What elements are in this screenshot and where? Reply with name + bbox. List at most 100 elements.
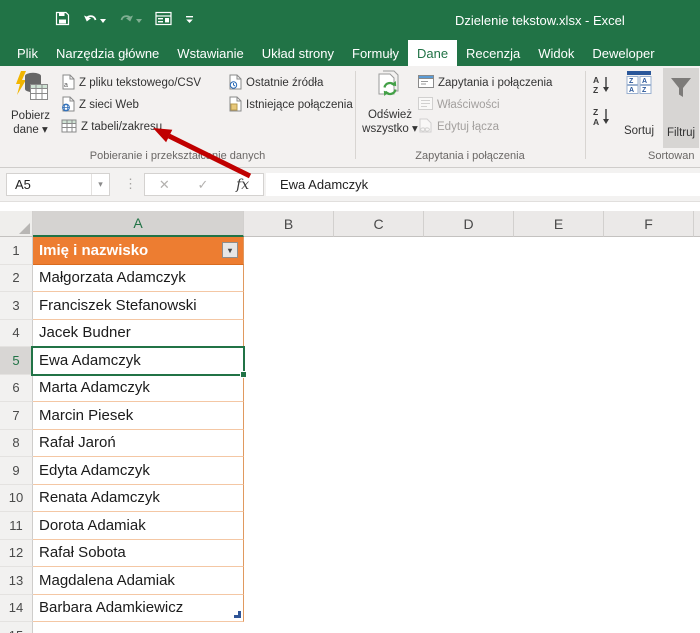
row-header-13[interactable]: 13 bbox=[0, 567, 33, 595]
formula-bar-resize-handle[interactable]: ⋮ bbox=[124, 176, 137, 192]
get-data-icon bbox=[13, 70, 49, 106]
select-all-triangle-icon bbox=[19, 223, 30, 234]
redo-icon bbox=[119, 12, 134, 30]
tab-deweloper[interactable]: Deweloper bbox=[583, 40, 663, 66]
existing-connections-icon bbox=[228, 96, 242, 115]
row-header-3[interactable]: 3 bbox=[0, 292, 33, 320]
filter-caret-icon: ▾ bbox=[228, 246, 232, 255]
select-all-button[interactable] bbox=[0, 211, 33, 237]
column-header-b[interactable]: B bbox=[244, 211, 334, 237]
tab-plik[interactable]: Plik bbox=[8, 40, 47, 66]
tab-formuly[interactable]: Formuły bbox=[343, 40, 408, 66]
table-range-icon bbox=[61, 119, 77, 136]
redo-button[interactable] bbox=[119, 12, 142, 30]
column-header-f[interactable]: F bbox=[604, 211, 694, 237]
svg-text:Z: Z bbox=[593, 107, 598, 117]
tab-narzedzia-glowne[interactable]: Narzędzia główne bbox=[47, 40, 168, 66]
properties-button: Właściwości bbox=[418, 94, 552, 116]
from-web-button[interactable]: Z sieci Web bbox=[61, 94, 201, 116]
sheet-empty-area[interactable] bbox=[244, 237, 700, 633]
row-header-8[interactable]: 8 bbox=[0, 430, 33, 458]
queries-connections-button[interactable]: Zapytania i połączenia bbox=[418, 72, 552, 94]
formula-bar: A5 ▾ ⋮ ✕ ✓ fx Ewa Adamczyk bbox=[0, 168, 700, 202]
row-header-15[interactable]: 15 bbox=[0, 622, 33, 633]
insert-function-icon[interactable]: fx bbox=[236, 177, 249, 193]
formula-input[interactable]: Ewa Adamczyk bbox=[266, 173, 700, 196]
row-header-9[interactable]: 9 bbox=[0, 457, 33, 485]
row-header-4[interactable]: 4 bbox=[0, 320, 33, 348]
row-header-1[interactable]: 1 bbox=[0, 237, 33, 265]
touch-mode-button[interactable] bbox=[155, 11, 172, 31]
sort-az-button[interactable]: AZ bbox=[592, 74, 614, 94]
tab-dane[interactable]: Dane bbox=[408, 40, 457, 66]
queries-connections-icon bbox=[418, 75, 434, 91]
customize-qat-button[interactable] bbox=[185, 12, 194, 30]
get-data-button[interactable]: Pobierz dane ▾ bbox=[3, 70, 58, 148]
quick-access-toolbar bbox=[55, 11, 194, 31]
cell-a6[interactable]: Marta Adamczyk bbox=[33, 375, 244, 403]
edit-links-button: Edytuj łącza bbox=[418, 116, 552, 138]
name-box[interactable]: A5 ▾ bbox=[6, 173, 110, 196]
group-label-get-transform: Pobieranie i przekształcanie danych bbox=[0, 150, 355, 162]
cell-a11[interactable]: Dorota Adamiak bbox=[33, 512, 244, 540]
cell-a10[interactable]: Renata Adamczyk bbox=[33, 485, 244, 513]
filter-button[interactable]: Filtruj bbox=[663, 68, 699, 148]
row-header-14[interactable]: 14 bbox=[0, 595, 33, 623]
refresh-all-button[interactable]: Odśwież wszystko ▾ bbox=[360, 70, 420, 148]
row-header-10[interactable]: 10 bbox=[0, 485, 33, 513]
sort-button[interactable]: Z A A Z Sortuj bbox=[617, 70, 661, 148]
cell-a5-selected[interactable]: Ewa Adamczyk bbox=[33, 347, 244, 375]
cell-a2[interactable]: Małgorzata Adamczyk bbox=[33, 265, 244, 293]
name-box-caret-icon[interactable]: ▾ bbox=[91, 174, 109, 195]
cell-a14[interactable]: Barbara Adamkiewicz bbox=[33, 595, 244, 623]
cell-a3[interactable]: Franciszek Stefanowski bbox=[33, 292, 244, 320]
row-header-2[interactable]: 2 bbox=[0, 265, 33, 293]
row-header-11[interactable]: 11 bbox=[0, 512, 33, 540]
tab-widok[interactable]: Widok bbox=[529, 40, 583, 66]
recent-sources-button[interactable]: Ostatnie źródła bbox=[228, 72, 353, 94]
sort-za-button[interactable]: ZA bbox=[592, 106, 614, 126]
cell-a9[interactable]: Edyta Adamczyk bbox=[33, 457, 244, 485]
dropdown-caret-icon: ▾ bbox=[412, 123, 418, 135]
column-header-c[interactable]: C bbox=[334, 211, 424, 237]
filter-dropdown-button[interactable]: ▾ bbox=[222, 242, 238, 258]
qat-customize-icon bbox=[185, 12, 194, 30]
column-header-d[interactable]: D bbox=[424, 211, 514, 237]
save-button[interactable] bbox=[55, 11, 70, 31]
from-text-csv-button[interactable]: a Z pliku tekstowego/CSV bbox=[61, 72, 201, 94]
cell-a12[interactable]: Rafał Sobota bbox=[33, 540, 244, 568]
column-header-a[interactable]: A bbox=[33, 211, 244, 237]
refresh-all-icon bbox=[374, 70, 406, 105]
cell-a13[interactable]: Magdalena Adamiak bbox=[33, 567, 244, 595]
text-csv-file-icon: a bbox=[61, 74, 75, 93]
tab-recenzja[interactable]: Recenzja bbox=[457, 40, 529, 66]
cell-a4[interactable]: Jacek Budner bbox=[33, 320, 244, 348]
fill-handle[interactable] bbox=[240, 371, 247, 378]
row-header-6[interactable]: 6 bbox=[0, 375, 33, 403]
undo-button[interactable] bbox=[83, 12, 106, 30]
table-resize-handle[interactable] bbox=[234, 611, 241, 618]
row-header-12[interactable]: 12 bbox=[0, 540, 33, 568]
cell-a7[interactable]: Marcin Piesek bbox=[33, 402, 244, 430]
svg-text:a: a bbox=[64, 82, 68, 89]
from-table-range-button[interactable]: Z tabeli/zakresu bbox=[61, 116, 201, 138]
column-header-e[interactable]: E bbox=[514, 211, 604, 237]
ribbon-tab-bar: Plik Narzędzia główne Wstawianie Układ s… bbox=[0, 40, 700, 66]
undo-dropdown-caret-icon[interactable] bbox=[100, 19, 106, 23]
table-header-cell[interactable]: Imię i nazwisko ▾ bbox=[33, 237, 244, 265]
enter-icon[interactable]: ✓ bbox=[197, 177, 208, 193]
row-header-5[interactable]: 5 bbox=[0, 347, 33, 375]
group-label-queries: Zapytania i połączenia bbox=[355, 150, 585, 162]
svg-text:A: A bbox=[642, 78, 647, 85]
cancel-icon[interactable]: ✕ bbox=[159, 177, 170, 193]
tab-uklad-strony[interactable]: Układ strony bbox=[253, 40, 343, 66]
tab-wstawianie[interactable]: Wstawianie bbox=[168, 40, 252, 66]
sort-dialog-icon: Z A A Z bbox=[626, 70, 652, 97]
existing-connections-button[interactable]: Istniejące połączenia bbox=[228, 94, 353, 116]
row-header-7[interactable]: 7 bbox=[0, 402, 33, 430]
sort-za-icon: ZA bbox=[592, 113, 614, 130]
ribbon-group-divider bbox=[585, 71, 586, 159]
svg-text:Z: Z bbox=[629, 78, 634, 85]
svg-text:A: A bbox=[629, 87, 634, 94]
cell-a8[interactable]: Rafał Jaroń bbox=[33, 430, 244, 458]
